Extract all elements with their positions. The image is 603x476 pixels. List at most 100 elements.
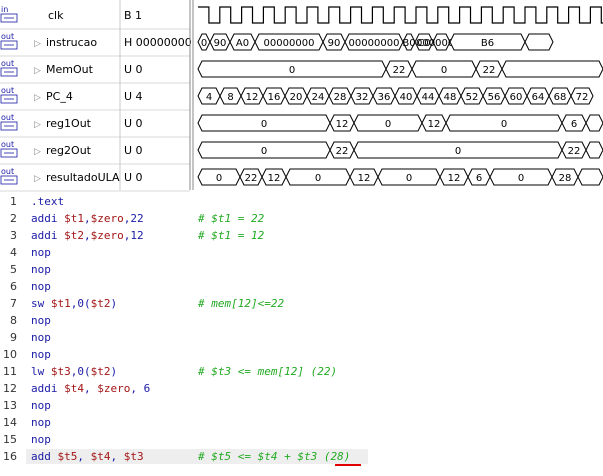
bus-segment [585, 141, 603, 159]
code-line[interactable]: 1 .text [0, 194, 603, 211]
code-line[interactable]: 7 sw $t1,0($t2) # mem[12]<=22 [0, 296, 603, 313]
svg-text:56: 56 [488, 92, 501, 103]
bus-segment: 52 [460, 87, 484, 105]
code-line[interactable]: 10 nop [0, 347, 603, 364]
svg-text:32: 32 [356, 92, 369, 103]
bus-segment: 0 [353, 114, 423, 132]
svg-text:B6: B6 [481, 38, 494, 49]
line-number: 12 [3, 382, 17, 395]
signal-row-instrucao[interactable]: out ▷ instrucao H 00000000 0 90 A0 00000000 90 00… [0, 32, 554, 57]
svg-text:0: 0 [385, 119, 391, 130]
svg-text:12: 12 [448, 173, 461, 184]
signal-row-clk[interactable]: in clk B 1 [0, 5, 603, 30]
code-line[interactable]: 13 nop [0, 398, 603, 415]
svg-text:90: 90 [214, 38, 227, 49]
line-number: 11 [3, 365, 17, 378]
code-line[interactable]: 15 nop [0, 432, 603, 449]
svg-text:0: 0 [261, 119, 267, 130]
signal-name: PC_4 [46, 90, 73, 103]
bus-segment [524, 33, 554, 51]
instruction-text: addi $t2,$zero,12 [31, 229, 144, 242]
instruction-text: lw $t3,0($t2) [31, 365, 118, 378]
instruction-text: nop [31, 433, 51, 446]
bus-segment: 16 [262, 87, 286, 105]
svg-text:out: out [1, 86, 14, 95]
instruction-text: nop [31, 280, 51, 293]
svg-text:0: 0 [455, 146, 461, 157]
svg-text:00000000: 00000000 [349, 38, 400, 49]
signal-name: clk [48, 9, 64, 22]
expand-chevron-icon[interactable]: ▷ [34, 147, 41, 157]
bus-segment: 0 [377, 168, 441, 186]
svg-text:60: 60 [510, 92, 523, 103]
line-number: 10 [3, 348, 17, 361]
code-comment: # $t1 = 12 [198, 229, 265, 242]
bus-segment: 4 [197, 87, 221, 105]
instruction-text: nop [31, 416, 51, 429]
signal-row-reg2Out[interactable]: out ▷ reg2Out U 0 0 22 0 22 [0, 140, 603, 165]
signal-value: U 0 [124, 63, 143, 76]
line-number: 5 [10, 263, 17, 276]
svg-text:in: in [1, 5, 8, 14]
bus-segment: 48 [438, 87, 462, 105]
instruction-text: nop [31, 246, 51, 259]
code-line[interactable]: 16 add $t5, $t4, $t3 # $t5 <= $t4 + $t3 (2… [0, 449, 603, 466]
signal-row-MemOut[interactable]: out ▷ MemOut U 0 0 22 0 22 [0, 59, 603, 84]
code-line[interactable]: 4 nop [0, 245, 603, 262]
code-editor[interactable]: 1 .text 2 addi $t1,$zero,22 # $t1 = 22 3 addi … [0, 194, 603, 476]
code-line[interactable]: 3 addi $t2,$zero,12 # $t1 = 12 [0, 228, 603, 245]
svg-text:0: 0 [216, 173, 222, 184]
signal-row-resultadoULA[interactable]: out ▷ resultadoULA U 0 0 22 12 0 12 0 12 6 0 28 [0, 167, 603, 192]
svg-text:0: 0 [441, 65, 447, 76]
svg-text:0: 0 [289, 65, 295, 76]
signal-row-reg1Out[interactable]: out ▷ reg1Out U 0 0 12 0 12 0 6 [0, 113, 603, 138]
expand-chevron-icon[interactable]: ▷ [34, 39, 41, 49]
bus-segment: 6 [561, 114, 587, 132]
bus-segment: 0 [197, 33, 211, 51]
bus-segment: 6 [467, 168, 491, 186]
code-line[interactable]: 9 nop [0, 330, 603, 347]
bus-segment: 56 [482, 87, 506, 105]
svg-text:4: 4 [206, 92, 212, 103]
svg-text:12: 12 [246, 92, 259, 103]
signal-value: U 0 [124, 117, 143, 130]
line-number: 16 [3, 450, 17, 463]
bus-segment: 0 [353, 141, 563, 159]
line-number: 6 [10, 280, 17, 293]
bus-segment: 12 [329, 114, 355, 132]
bus-segment: 0 [411, 60, 477, 78]
bus-segment: 22 [561, 141, 587, 159]
bus-segment: 12 [349, 168, 379, 186]
expand-chevron-icon[interactable]: ▷ [34, 93, 41, 103]
svg-text:out: out [1, 113, 14, 122]
code-line[interactable]: 14 nop [0, 415, 603, 432]
code-line[interactable]: 5 nop [0, 262, 603, 279]
code-line[interactable]: 12 addi $t4, $zero, 6 [0, 381, 603, 398]
signal-row-PC_4[interactable]: out▷ PC_4 U 4 4 8 12 16 20 24 28 32 36 40 44 48 52 56 60 6… [0, 86, 594, 111]
svg-text:28: 28 [334, 92, 347, 103]
instruction-text: addi $t4, $zero, 6 [31, 382, 151, 395]
signal-name: MemOut [46, 63, 94, 76]
output-signal-icon: out [0, 32, 18, 50]
instruction-text: nop [31, 331, 51, 344]
code-comment: # mem[12]<=22 [198, 297, 285, 310]
signal-name: resultadoULA [46, 171, 120, 184]
code-line[interactable]: 6 nop [0, 279, 603, 296]
input-signal-icon: in [0, 5, 18, 23]
line-number: 3 [10, 229, 17, 242]
code-line[interactable]: 11 lw $t3,0($t2) # $t3 <= mem[12] (22) [0, 364, 603, 381]
signal-name: reg2Out [46, 144, 92, 157]
comment-underline [335, 464, 361, 466]
bus-segment: 12 [421, 114, 447, 132]
bus-segment: 36 [372, 87, 396, 105]
code-line[interactable]: 2 addi $t1,$zero,22 # $t1 = 22 [0, 211, 603, 228]
expand-chevron-icon[interactable]: ▷ [34, 120, 41, 130]
bus-segment: 12 [261, 168, 287, 186]
svg-text:22: 22 [568, 146, 581, 157]
expand-chevron-icon[interactable]: ▷ [34, 66, 41, 76]
bus-segment: 0 [197, 168, 241, 186]
svg-text:48: 48 [444, 92, 457, 103]
expand-chevron-icon[interactable]: ▷ [34, 174, 41, 184]
code-line[interactable]: 8 nop [0, 313, 603, 330]
svg-text:68: 68 [554, 92, 567, 103]
